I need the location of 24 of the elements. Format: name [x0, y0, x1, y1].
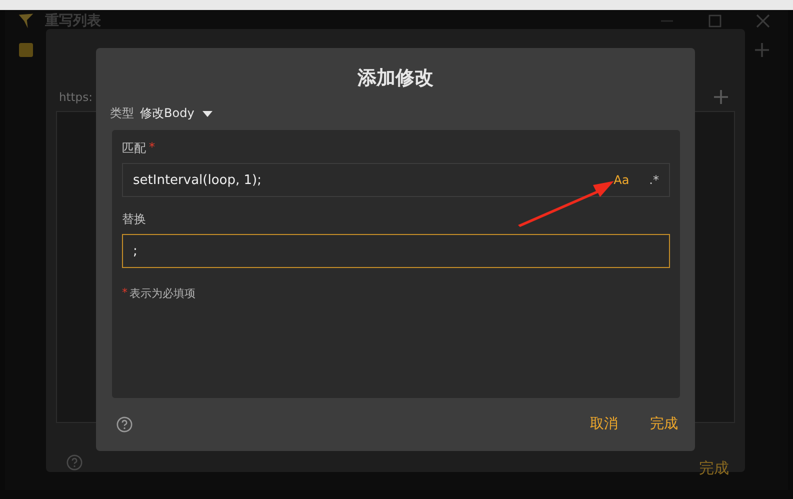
bird-logo-icon	[17, 12, 35, 30]
required-note: 表示为必填项	[130, 286, 196, 301]
field-label: 匹配	[122, 140, 146, 157]
done-button[interactable]: 完成	[650, 415, 678, 433]
help-icon[interactable]	[116, 416, 133, 432]
type-dropdown[interactable]: 修改Body	[140, 105, 214, 122]
maximize-icon[interactable]	[708, 14, 722, 28]
field-label: 替换	[122, 211, 146, 228]
required-mark: *	[149, 140, 155, 156]
checkbox[interactable]	[19, 43, 33, 57]
plus-icon[interactable]	[754, 42, 770, 58]
type-label: 类型	[110, 105, 134, 122]
cancel-button[interactable]: 取消	[590, 415, 618, 433]
caret-icon	[202, 110, 214, 116]
required-mark: *	[122, 286, 128, 301]
plus-icon[interactable]	[713, 89, 729, 105]
url-text: https:	[59, 90, 92, 104]
option-toggle[interactable]: .*	[649, 173, 659, 187]
input-field[interactable]: setInterval(loop, 1); Aa .*	[122, 163, 670, 197]
close-icon[interactable]	[756, 14, 770, 28]
dialog-title: 添加修改	[356, 66, 434, 91]
option-toggle[interactable]: Aa	[614, 173, 630, 187]
help-icon[interactable]	[66, 454, 83, 471]
input-field[interactable]: ;	[122, 234, 670, 268]
